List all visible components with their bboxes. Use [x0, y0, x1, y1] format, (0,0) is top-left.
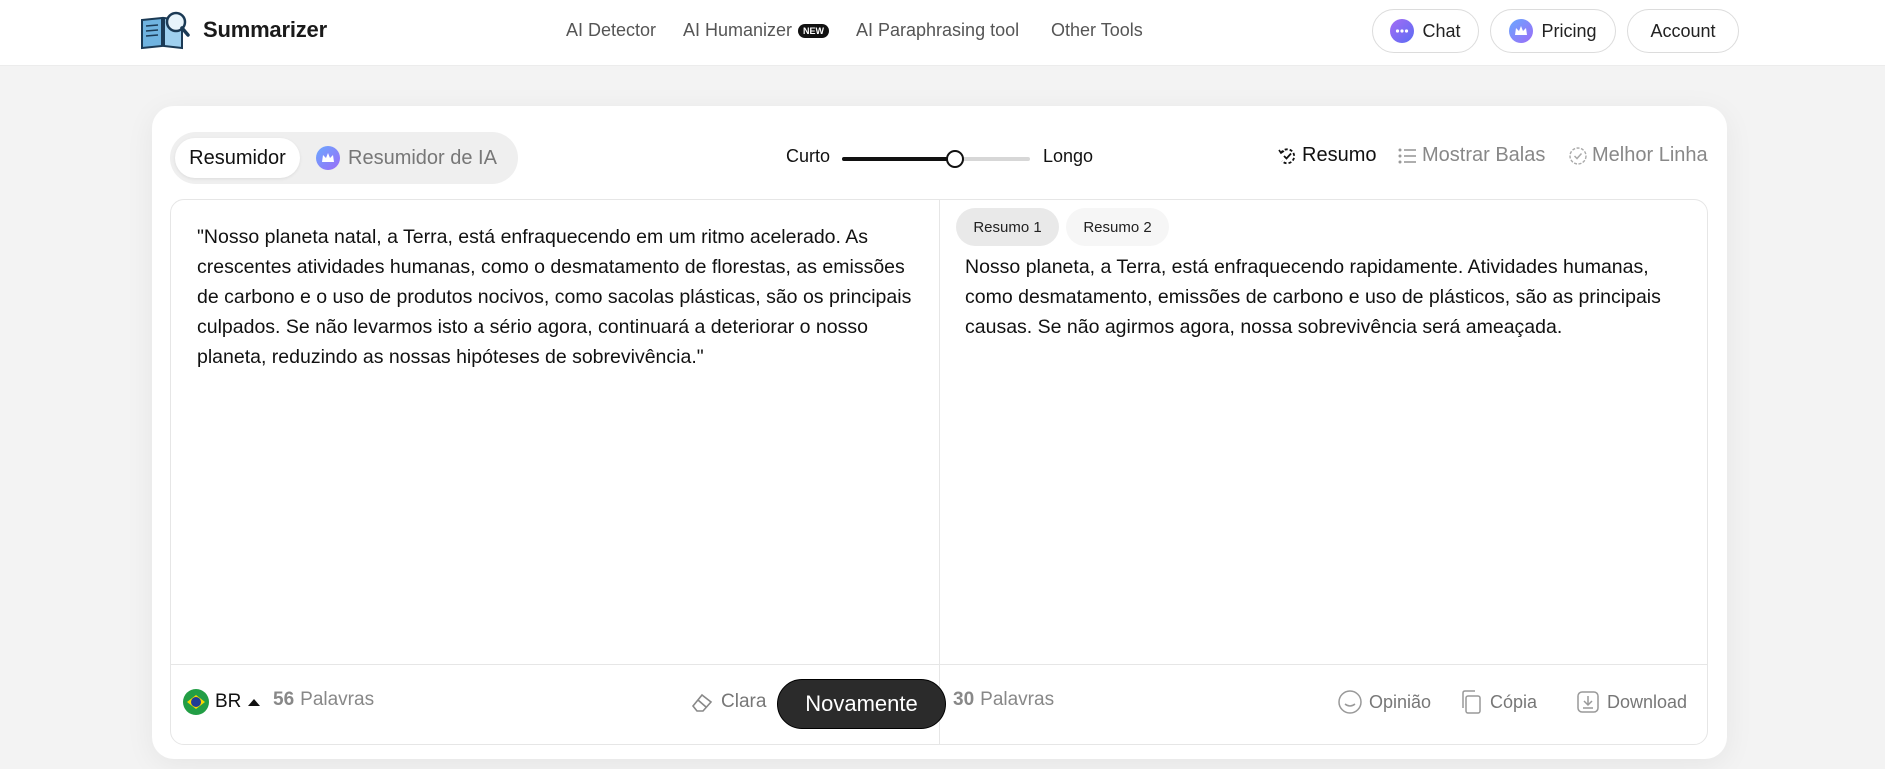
- view-bullets-label: Mostrar Balas: [1422, 144, 1546, 166]
- smiley-icon: [1338, 690, 1362, 714]
- brand-name[interactable]: Summarizer: [203, 17, 327, 43]
- input-text-area[interactable]: "Nosso planeta natal, a Terra, está enfr…: [197, 222, 917, 372]
- editor-panels: "Nosso planeta natal, a Terra, está enfr…: [170, 199, 1708, 745]
- new-badge: NEW: [798, 24, 830, 38]
- clear-label: Clara: [721, 691, 767, 712]
- mode-summarizer-button[interactable]: Resumidor: [175, 138, 300, 178]
- summarizer-card: Resumidor Resumidor de IA Curto Longo Re…: [152, 106, 1727, 759]
- mode-ai-summarizer-button[interactable]: Resumidor de IA: [310, 138, 510, 178]
- length-slider[interactable]: [842, 150, 1030, 168]
- language-code: BR: [215, 691, 242, 712]
- language-selector[interactable]: BR: [183, 689, 261, 715]
- tab-summary-1[interactable]: Resumo 1: [956, 208, 1059, 246]
- mode-ai-summarizer-label: Resumidor de IA: [348, 146, 497, 169]
- caret-up-icon: [248, 699, 261, 706]
- output-word-count-number: 30: [953, 689, 975, 710]
- clear-button[interactable]: Clara: [689, 689, 766, 715]
- output-word-count: 30 Palavras: [953, 689, 1054, 711]
- view-summary-label: Resumo: [1302, 144, 1377, 166]
- download-label: Download: [1607, 691, 1688, 712]
- length-slider-thumb[interactable]: [945, 150, 964, 168]
- copy-button[interactable]: Cópia: [1458, 689, 1537, 715]
- chat-label: Chat: [1422, 20, 1461, 41]
- tab-summary-2[interactable]: Resumo 2: [1066, 208, 1169, 246]
- view-bullets-option[interactable]: Mostrar Balas: [1396, 144, 1545, 167]
- pricing-label: Pricing: [1541, 20, 1597, 41]
- length-slider-fill: [842, 157, 955, 161]
- brazil-flag-icon: [183, 689, 209, 715]
- download-button[interactable]: Download: [1575, 689, 1687, 715]
- refresh-check-icon: [1278, 147, 1296, 164]
- nav-ai-humanizer[interactable]: AI Humanizer NEW: [683, 20, 830, 41]
- nav-ai-paraphrasing-tool[interactable]: AI Paraphrasing tool: [856, 20, 1019, 41]
- input-word-count: 56 Palavras: [273, 689, 374, 711]
- length-short-label: Curto: [786, 146, 831, 166]
- output-words-label: Palavras: [980, 689, 1055, 710]
- check-circle-icon: [1569, 146, 1587, 165]
- copy-label: Cópia: [1490, 691, 1538, 712]
- feedback-button[interactable]: Opinião: [1337, 689, 1431, 715]
- view-best-line-option[interactable]: Melhor Linha: [1568, 144, 1708, 167]
- footer-divider: [171, 664, 1707, 665]
- regenerate-button[interactable]: Novamente: [777, 679, 946, 729]
- top-navigation-bar: Summarizer AI Detector AI Humanizer NEW A…: [0, 0, 1885, 66]
- account-button[interactable]: Account: [1627, 9, 1739, 53]
- crown-icon: [316, 146, 340, 170]
- copy-icon: [1462, 690, 1481, 714]
- feedback-label: Opinião: [1369, 691, 1432, 712]
- view-summary-option[interactable]: Resumo: [1276, 144, 1376, 167]
- download-icon: [1577, 691, 1599, 713]
- nav-ai-humanizer-label: AI Humanizer: [683, 20, 793, 40]
- mode-toggle: Resumidor Resumidor de IA: [170, 132, 518, 184]
- input-word-count-number: 56: [273, 689, 295, 710]
- view-best-line-label: Melhor Linha: [1592, 144, 1708, 166]
- chat-bubble-icon: [1390, 19, 1415, 43]
- crown-icon: [1509, 19, 1534, 43]
- book-magnifier-logo-icon[interactable]: [138, 10, 190, 52]
- output-summary-text: Nosso planeta, a Terra, está enfraquecen…: [965, 256, 1661, 338]
- account-label: Account: [1650, 20, 1716, 41]
- chat-button[interactable]: Chat: [1372, 9, 1479, 53]
- nav-ai-detector[interactable]: AI Detector: [566, 20, 656, 41]
- length-long-label: Longo: [1043, 146, 1094, 166]
- bullet-list-icon: [1398, 148, 1416, 163]
- pricing-button[interactable]: Pricing: [1490, 9, 1616, 53]
- nav-other-tools[interactable]: Other Tools: [1051, 20, 1143, 41]
- input-words-label: Palavras: [300, 689, 375, 710]
- eraser-icon: [691, 693, 713, 712]
